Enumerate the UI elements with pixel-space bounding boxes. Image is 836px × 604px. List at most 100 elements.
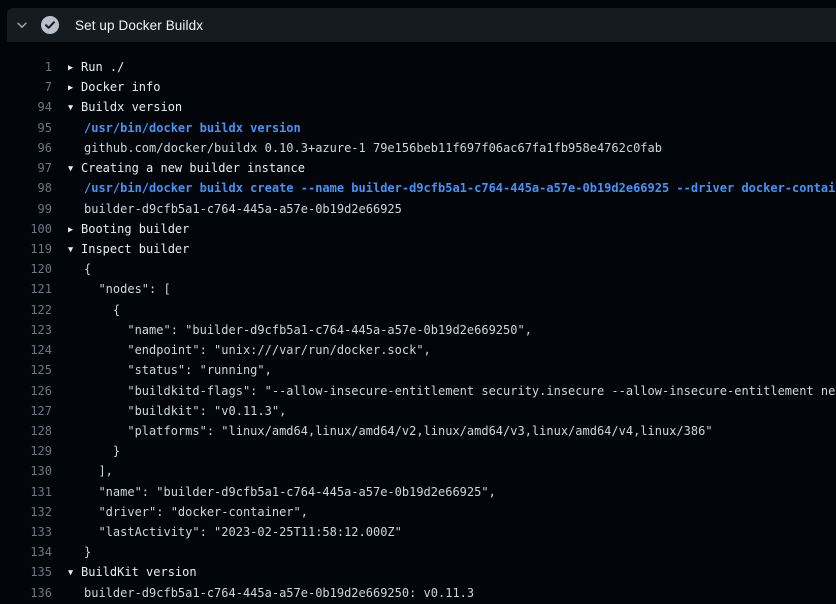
line-number[interactable]: 100 bbox=[0, 219, 52, 239]
triangle-right-icon: ▶ bbox=[68, 58, 81, 77]
group-toggle[interactable]: ▶Docker info bbox=[68, 77, 836, 97]
log-line: 97 ▼Creating a new builder instance bbox=[0, 158, 836, 178]
line-content: "platforms": "linux/amd64,linux/amd64/v2… bbox=[68, 421, 836, 441]
log-line: 133 "lastActivity": "2023-02-25T11:58:12… bbox=[0, 522, 836, 542]
output-text: "platforms": "linux/amd64,linux/amd64/v2… bbox=[68, 421, 713, 441]
output-text: } bbox=[68, 542, 91, 562]
group-toggle[interactable]: ▼BuildKit version bbox=[68, 562, 836, 582]
group-label: Creating a new builder instance bbox=[81, 161, 305, 175]
line-content: { bbox=[68, 259, 836, 279]
log-line: 1 ▶Run ./ bbox=[0, 57, 836, 77]
line-number[interactable]: 7 bbox=[0, 77, 52, 97]
line-number[interactable]: 96 bbox=[0, 138, 52, 158]
line-number[interactable]: 136 bbox=[0, 583, 52, 603]
line-number[interactable]: 95 bbox=[0, 118, 52, 138]
chevron-down-icon[interactable] bbox=[7, 8, 37, 42]
output-text: "lastActivity": "2023-02-25T11:58:12.000… bbox=[68, 522, 402, 542]
line-content: ], bbox=[68, 461, 836, 481]
line-content: "buildkitd-flags": "--allow-insecure-ent… bbox=[68, 381, 836, 401]
log-line: 128 "platforms": "linux/amd64,linux/amd6… bbox=[0, 421, 836, 441]
log-line: 136 builder-d9cfb5a1-c764-445a-a57e-0b19… bbox=[0, 583, 836, 603]
line-number[interactable]: 130 bbox=[0, 461, 52, 481]
log-line: 122 { bbox=[0, 300, 836, 320]
output-text: { bbox=[68, 259, 91, 279]
group-label: Booting builder bbox=[81, 222, 189, 236]
log-line: 124 "endpoint": "unix:///var/run/docker.… bbox=[0, 340, 836, 360]
line-content: "buildkit": "v0.11.3", bbox=[68, 401, 836, 421]
line-content: "name": "builder-d9cfb5a1-c764-445a-a57e… bbox=[68, 482, 836, 502]
triangle-down-icon: ▼ bbox=[68, 240, 81, 259]
line-number[interactable]: 123 bbox=[0, 320, 52, 340]
line-number[interactable]: 124 bbox=[0, 340, 52, 360]
line-number[interactable]: 128 bbox=[0, 421, 52, 441]
output-text: builder-d9cfb5a1-c764-445a-a57e-0b19d2e6… bbox=[68, 583, 474, 603]
log-line: 94 ▼Buildx version bbox=[0, 97, 836, 117]
line-number[interactable]: 135 bbox=[0, 562, 52, 582]
group-toggle[interactable]: ▼Inspect builder bbox=[68, 239, 836, 259]
group-label: BuildKit version bbox=[81, 565, 197, 579]
line-number[interactable]: 121 bbox=[0, 279, 52, 299]
output-text: "status": "running", bbox=[68, 360, 272, 380]
line-number[interactable]: 125 bbox=[0, 360, 52, 380]
log-line: 121 "nodes": [ bbox=[0, 279, 836, 299]
line-content: { bbox=[68, 300, 836, 320]
log-lines: 1 ▶Run ./ 7 ▶Docker info 94 ▼Buildx vers… bbox=[0, 57, 836, 603]
line-number[interactable]: 134 bbox=[0, 542, 52, 562]
triangle-down-icon: ▼ bbox=[68, 98, 81, 117]
line-number[interactable]: 120 bbox=[0, 259, 52, 279]
command-text: /usr/bin/docker buildx version bbox=[68, 118, 301, 138]
step-title: Set up Docker Buildx bbox=[75, 18, 203, 33]
output-text: "name": "builder-d9cfb5a1-c764-445a-a57e… bbox=[68, 320, 532, 340]
log-line: 96 github.com/docker/buildx 0.10.3+azure… bbox=[0, 138, 836, 158]
log-line: 99 builder-d9cfb5a1-c764-445a-a57e-0b19d… bbox=[0, 199, 836, 219]
line-number[interactable]: 126 bbox=[0, 381, 52, 401]
triangle-right-icon: ▶ bbox=[68, 220, 81, 239]
line-number[interactable]: 98 bbox=[0, 178, 52, 198]
log-line: 7 ▶Docker info bbox=[0, 77, 836, 97]
line-content: } bbox=[68, 542, 836, 562]
line-number[interactable]: 122 bbox=[0, 300, 52, 320]
line-number[interactable]: 94 bbox=[0, 97, 52, 117]
line-number[interactable]: 127 bbox=[0, 401, 52, 421]
log-line: 120 { bbox=[0, 259, 836, 279]
check-circle-icon bbox=[37, 8, 63, 42]
output-text: "driver": "docker-container", bbox=[68, 502, 308, 522]
line-content: "nodes": [ bbox=[68, 279, 836, 299]
line-number[interactable]: 119 bbox=[0, 239, 52, 259]
group-toggle[interactable]: ▼Creating a new builder instance bbox=[68, 158, 836, 178]
group-label: Docker info bbox=[81, 80, 160, 94]
line-content: "endpoint": "unix:///var/run/docker.sock… bbox=[68, 340, 836, 360]
group-toggle[interactable]: ▶Booting builder bbox=[68, 219, 836, 239]
line-content: "lastActivity": "2023-02-25T11:58:12.000… bbox=[68, 522, 836, 542]
log-line: 127 "buildkit": "v0.11.3", bbox=[0, 401, 836, 421]
log-line: 119 ▼Inspect builder bbox=[0, 239, 836, 259]
output-text: "buildkitd-flags": "--allow-insecure-ent… bbox=[68, 381, 836, 401]
line-content: } bbox=[68, 441, 836, 461]
group-toggle[interactable]: ▶Run ./ bbox=[68, 57, 836, 77]
log-line: 129 } bbox=[0, 441, 836, 461]
log-line: 135 ▼BuildKit version bbox=[0, 562, 836, 582]
line-number[interactable]: 129 bbox=[0, 441, 52, 461]
log-line: 95 /usr/bin/docker buildx version bbox=[0, 118, 836, 138]
output-text: "buildkit": "v0.11.3", bbox=[68, 401, 286, 421]
log-line: 132 "driver": "docker-container", bbox=[0, 502, 836, 522]
output-text: } bbox=[68, 441, 120, 461]
line-number[interactable]: 97 bbox=[0, 158, 52, 178]
line-number[interactable]: 131 bbox=[0, 482, 52, 502]
line-number[interactable]: 133 bbox=[0, 522, 52, 542]
output-text: "nodes": [ bbox=[68, 279, 171, 299]
line-number[interactable]: 1 bbox=[0, 57, 52, 77]
output-text: ], bbox=[68, 461, 113, 481]
line-number[interactable]: 132 bbox=[0, 502, 52, 522]
group-toggle[interactable]: ▼Buildx version bbox=[68, 97, 836, 117]
log-line: 98 /usr/bin/docker buildx create --name … bbox=[0, 178, 836, 198]
output-text: "name": "builder-d9cfb5a1-c764-445a-a57e… bbox=[68, 482, 496, 502]
output-text: "endpoint": "unix:///var/run/docker.sock… bbox=[68, 340, 431, 360]
log-line: 100 ▶Booting builder bbox=[0, 219, 836, 239]
step-header[interactable]: Set up Docker Buildx bbox=[7, 8, 836, 42]
line-content: github.com/docker/buildx 0.10.3+azure-1 … bbox=[68, 138, 836, 158]
line-number[interactable]: 99 bbox=[0, 199, 52, 219]
log-line: 134 } bbox=[0, 542, 836, 562]
line-content: /usr/bin/docker buildx version bbox=[68, 118, 836, 138]
log-line: 126 "buildkitd-flags": "--allow-insecure… bbox=[0, 381, 836, 401]
